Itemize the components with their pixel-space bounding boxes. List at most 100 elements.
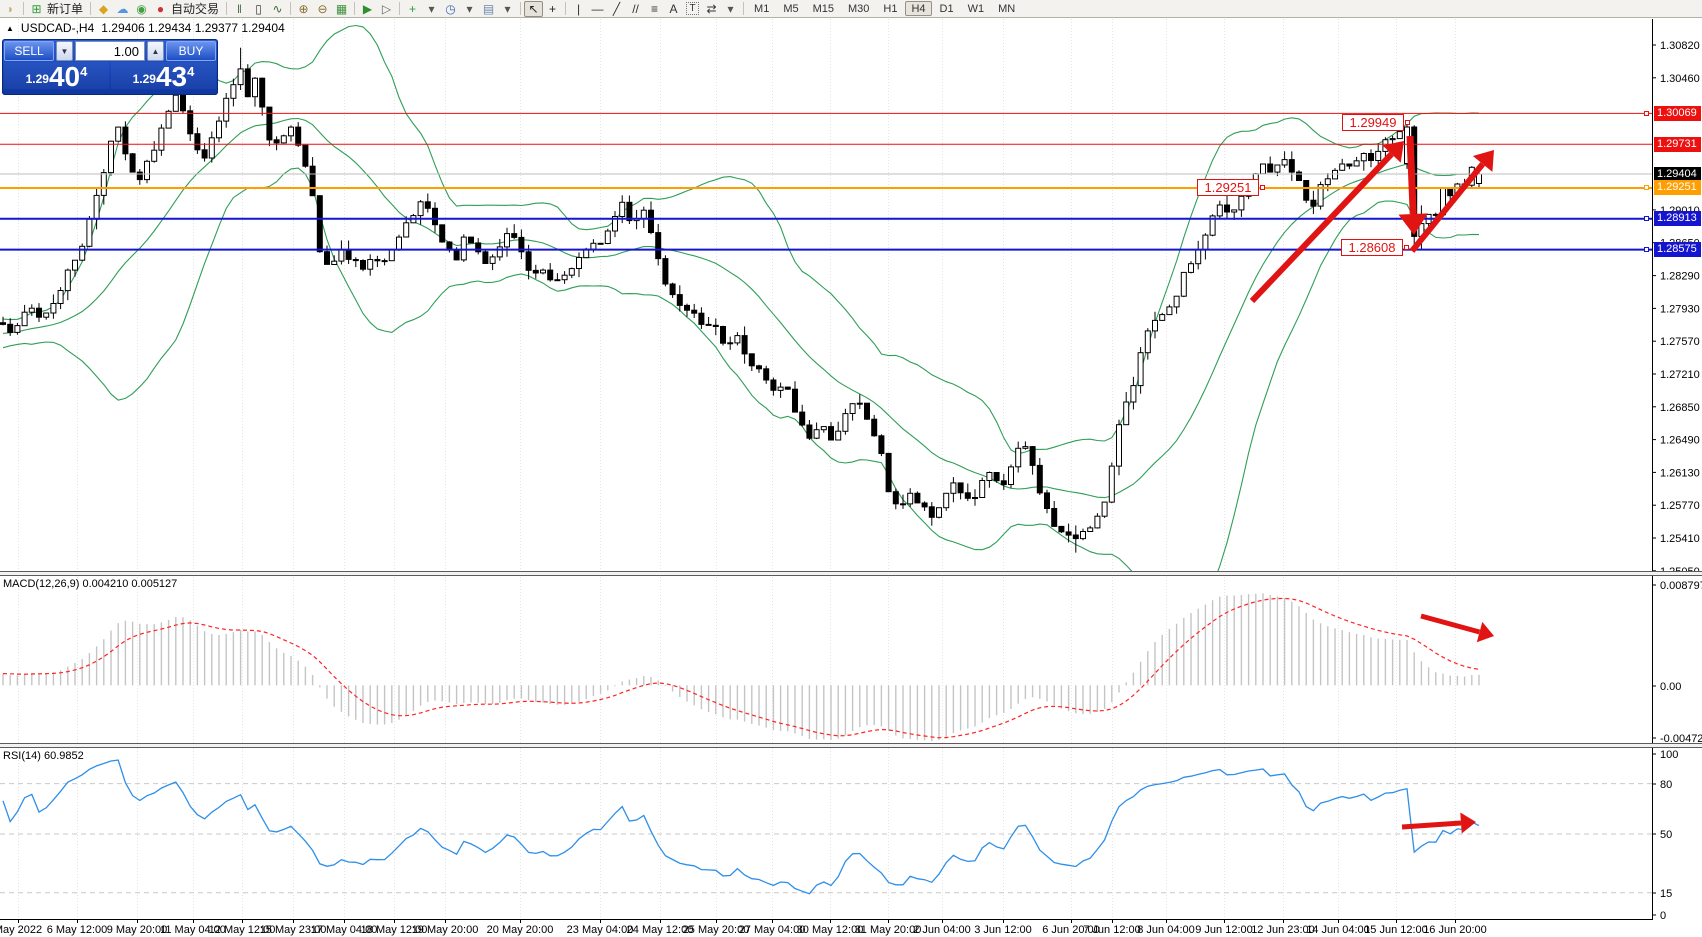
autotrading-button[interactable]: ● bbox=[151, 1, 170, 17]
bar-chart-type-button[interactable]: ‖ bbox=[230, 1, 249, 17]
clipped-search-icon: ◗ bbox=[7, 2, 14, 16]
candlestick-type-button[interactable]: ▯ bbox=[249, 1, 268, 17]
autotrading-label[interactable]: 自动交易 bbox=[171, 0, 219, 17]
vertical-line-button[interactable]: | bbox=[569, 1, 588, 17]
price-tick-label: 1.27570 bbox=[1660, 336, 1700, 348]
sell-price-prefix: 1.29 bbox=[26, 73, 49, 85]
timeframe-H1[interactable]: H1 bbox=[877, 1, 903, 16]
rsi-tick-label: 0 bbox=[1660, 910, 1666, 922]
price-tick-label: 1.27930 bbox=[1660, 303, 1700, 315]
toolbar: ◗⊞新订单◆☁◉●自动交易‖▯∿⊕⊖▦▶▷+▾◷▾▤▾↖+|—╱//≡AT⇄▾M… bbox=[0, 0, 1702, 18]
price-tag-blue: 1.28913 bbox=[1654, 211, 1701, 226]
level-handle[interactable] bbox=[1644, 185, 1649, 190]
price-callout-low[interactable]: 1.28608 bbox=[1341, 239, 1403, 256]
price-callout-pivot[interactable]: 1.29251 bbox=[1197, 179, 1259, 196]
arrows-dropdown-button[interactable]: ▾ bbox=[721, 1, 740, 17]
toolbar-separator bbox=[399, 2, 400, 15]
timeframe-D1[interactable]: D1 bbox=[934, 1, 960, 16]
periods-dropdown-button[interactable]: ▾ bbox=[460, 1, 479, 17]
text-icon: A bbox=[670, 2, 678, 16]
line-chart-type-button[interactable]: ∿ bbox=[268, 1, 287, 17]
zoom-out-button[interactable]: ⊖ bbox=[313, 1, 332, 17]
crosshair-button[interactable]: + bbox=[543, 1, 562, 17]
mt4-terminal: { "colors": {"red":"#ee0f0f","blue":"#15… bbox=[0, 0, 1702, 937]
macd-signal-line bbox=[3, 598, 1479, 737]
level-handle[interactable] bbox=[1644, 216, 1649, 221]
templates-button[interactable]: ▤ bbox=[479, 1, 498, 17]
time-label: 9 May 20:00 bbox=[107, 924, 168, 936]
cursor-button[interactable]: ↖ bbox=[524, 1, 543, 17]
text-label-icon: T bbox=[686, 2, 698, 15]
price-callout-high[interactable]: 1.29949 bbox=[1342, 114, 1404, 131]
collapse-triangle-icon[interactable]: ▲ bbox=[6, 24, 14, 33]
fibonacci-icon: ≡ bbox=[651, 2, 658, 16]
panel-splitter-rsi[interactable] bbox=[0, 743, 1702, 748]
tile-windows-button[interactable]: ▦ bbox=[332, 1, 351, 17]
signals-button[interactable]: ◉ bbox=[132, 1, 151, 17]
timeframe-W1[interactable]: W1 bbox=[962, 1, 991, 16]
volume-up-button[interactable]: ▲ bbox=[147, 41, 164, 61]
text-label-button[interactable]: T bbox=[683, 1, 702, 17]
timeframe-MN[interactable]: MN bbox=[992, 1, 1021, 16]
new-order-label[interactable]: 新订单 bbox=[47, 0, 83, 17]
timeframe-M1[interactable]: M1 bbox=[748, 1, 775, 16]
periods-clock-button[interactable]: ◷ bbox=[441, 1, 460, 17]
rsi-line bbox=[3, 760, 1479, 894]
price-tick-label: 1.25410 bbox=[1660, 533, 1700, 545]
arrows-button[interactable]: ⇄ bbox=[702, 1, 721, 17]
bar-chart-type-icon: ‖ bbox=[237, 2, 242, 16]
time-label: 14 Jun 04:00 bbox=[1306, 924, 1370, 936]
chart-shift-button[interactable]: ▷ bbox=[377, 1, 396, 17]
panel-splitter-macd[interactable] bbox=[0, 571, 1702, 576]
signals-icon: ◉ bbox=[136, 2, 146, 16]
level-handle[interactable] bbox=[1644, 111, 1649, 116]
axes: 1.308201.304601.290101.286501.282901.279… bbox=[0, 19, 1702, 922]
buy-price-big: 43 bbox=[156, 65, 187, 89]
periods-clock-icon: ◷ bbox=[445, 2, 455, 16]
indicators-button[interactable]: + bbox=[403, 1, 422, 17]
horizontal-line-button[interactable]: — bbox=[588, 1, 607, 17]
buy-price[interactable]: 1.29434 bbox=[111, 62, 216, 89]
buy-button[interactable]: BUY bbox=[166, 41, 216, 61]
buy-price-sup: 4 bbox=[187, 65, 194, 78]
indicators-dropdown-button[interactable]: ▾ bbox=[422, 1, 441, 17]
indicators-icon: + bbox=[409, 2, 416, 16]
rsi-tick-label: 50 bbox=[1660, 829, 1672, 841]
auto-scroll-button[interactable]: ▶ bbox=[358, 1, 377, 17]
level-handle[interactable] bbox=[1644, 247, 1649, 252]
templates-dropdown-button[interactable]: ▾ bbox=[498, 1, 517, 17]
community-cloud-button[interactable]: ☁ bbox=[113, 1, 132, 17]
zoom-in-icon: ⊕ bbox=[299, 2, 309, 16]
market-watch-button[interactable]: ◆ bbox=[94, 1, 113, 17]
new-order-button[interactable]: ⊞ bbox=[27, 1, 46, 17]
fibonacci-button[interactable]: ≡ bbox=[645, 1, 664, 17]
timeframe-M15[interactable]: M15 bbox=[807, 1, 840, 16]
timeframe-H4[interactable]: H4 bbox=[905, 1, 931, 16]
bb-upper-band bbox=[3, 26, 1479, 454]
sell-price[interactable]: 1.29404 bbox=[4, 62, 109, 89]
timeframe-M30[interactable]: M30 bbox=[842, 1, 875, 16]
volume-down-button[interactable]: ▼ bbox=[56, 41, 73, 61]
time-label: 30 May 12:00 bbox=[797, 924, 864, 936]
price-tick-label: 1.30460 bbox=[1660, 73, 1700, 85]
trendline-icon: ╱ bbox=[613, 2, 620, 16]
trendline-button[interactable]: ╱ bbox=[607, 1, 626, 17]
chart-shift-icon: ▷ bbox=[382, 2, 391, 16]
vertical-line-icon: | bbox=[577, 2, 580, 16]
price-tick-label: 1.26130 bbox=[1660, 467, 1700, 479]
callout-handle bbox=[1260, 185, 1265, 190]
clipped-search-button[interactable]: ◗ bbox=[1, 1, 20, 17]
zoom-in-button[interactable]: ⊕ bbox=[294, 1, 313, 17]
time-label: 27 May 04:00 bbox=[739, 924, 806, 936]
equidistant-channel-button[interactable]: // bbox=[626, 1, 645, 17]
templates-dropdown-icon: ▾ bbox=[505, 2, 511, 16]
timeframe-M5[interactable]: M5 bbox=[777, 1, 804, 16]
line-chart-type-icon: ∿ bbox=[273, 2, 283, 16]
time-label: 31 May 20:00 bbox=[855, 924, 922, 936]
time-axis-labels[interactable]: May 20226 May 12:009 May 20:0011 May 04:… bbox=[0, 919, 1487, 936]
volume-input[interactable]: 1.00 bbox=[75, 41, 145, 61]
chart-canvas[interactable]: 1.308201.304601.290101.286501.282901.279… bbox=[0, 0, 1702, 937]
sell-button[interactable]: SELL bbox=[4, 41, 54, 61]
time-label: May 2022 bbox=[0, 924, 42, 936]
text-button[interactable]: A bbox=[664, 1, 683, 17]
